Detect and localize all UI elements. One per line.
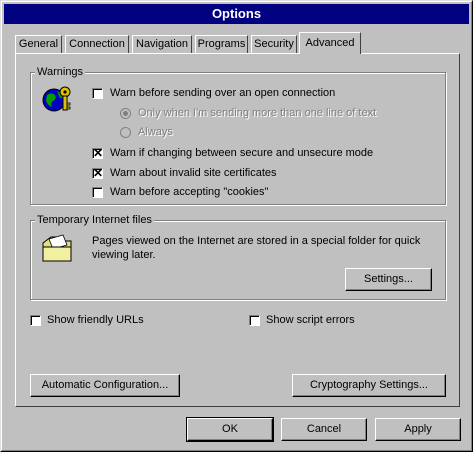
- cryptography-settings-button[interactable]: Cryptography Settings...: [292, 374, 446, 397]
- show-script-errors-checkbox[interactable]: [249, 315, 260, 326]
- always-label: Always: [138, 126, 173, 138]
- warn-invalid-certs-label: Warn about invalid site certificates: [110, 167, 277, 179]
- always-radio[interactable]: [120, 127, 131, 138]
- window-title: Options: [211, 6, 262, 21]
- warn-open-connection-label: Warn before sending over an open connect…: [110, 87, 336, 99]
- warn-cookies-checkbox[interactable]: [92, 187, 103, 198]
- tab-label: Security: [254, 38, 294, 50]
- check-mark-icon: ✕: [92, 166, 104, 180]
- folder-icon: [42, 234, 72, 262]
- temp-files-description: Pages viewed on the Internet are stored …: [92, 235, 421, 261]
- warnings-group-label: Warnings: [35, 65, 86, 79]
- temp-files-group-label: Temporary Internet files: [35, 213, 154, 227]
- title-bar[interactable]: Options: [4, 4, 469, 24]
- warnings-group: Warnings Warn before sending over an ope…: [30, 65, 446, 205]
- tab-label: Connection: [69, 38, 125, 50]
- warn-secure-mode-checkbox[interactable]: ✕: [92, 146, 104, 160]
- tab-security[interactable]: Security: [251, 35, 297, 53]
- tab-connection[interactable]: Connection: [65, 35, 129, 53]
- show-script-errors-label: Show script errors: [266, 314, 355, 326]
- warn-secure-mode-label: Warn if changing between secure and unse…: [110, 147, 374, 159]
- radio-dot: [123, 111, 128, 116]
- check-mark-icon: ✕: [92, 146, 104, 160]
- warn-invalid-certs-checkbox[interactable]: ✕: [92, 166, 104, 180]
- automatic-configuration-button[interactable]: Automatic Configuration...: [30, 374, 180, 397]
- tab-label: Navigation: [136, 38, 188, 50]
- ok-button[interactable]: OK: [186, 417, 274, 442]
- temp-files-settings-button[interactable]: Settings...: [345, 268, 432, 291]
- tab-advanced[interactable]: Advanced: [299, 32, 361, 54]
- warn-cookies-label: Warn before accepting "cookies": [110, 186, 269, 198]
- apply-button[interactable]: Apply: [375, 418, 461, 441]
- tab-navigation[interactable]: Navigation: [132, 35, 192, 53]
- only-multiline-label: Only when I'm sending more than one line…: [138, 107, 377, 119]
- tab-programs[interactable]: Programs: [195, 35, 248, 53]
- cancel-button[interactable]: Cancel: [281, 418, 367, 441]
- advanced-panel: Warnings Warn before sending over an ope…: [15, 53, 460, 407]
- show-friendly-urls-checkbox[interactable]: [30, 315, 41, 326]
- only-multiline-radio[interactable]: [120, 108, 131, 119]
- options-window: Options General Connection Navigation Pr…: [0, 0, 473, 452]
- tab-label: Advanced: [305, 37, 355, 49]
- temp-files-group: Temporary Internet files Pages viewed on…: [30, 213, 446, 300]
- tab-label: General: [18, 38, 59, 50]
- tab-general[interactable]: General: [15, 35, 62, 53]
- warn-open-connection-checkbox[interactable]: [92, 88, 103, 99]
- show-friendly-urls-label: Show friendly URLs: [47, 314, 144, 326]
- tab-label: Programs: [197, 38, 246, 50]
- security-globe-key-icon: [42, 86, 71, 112]
